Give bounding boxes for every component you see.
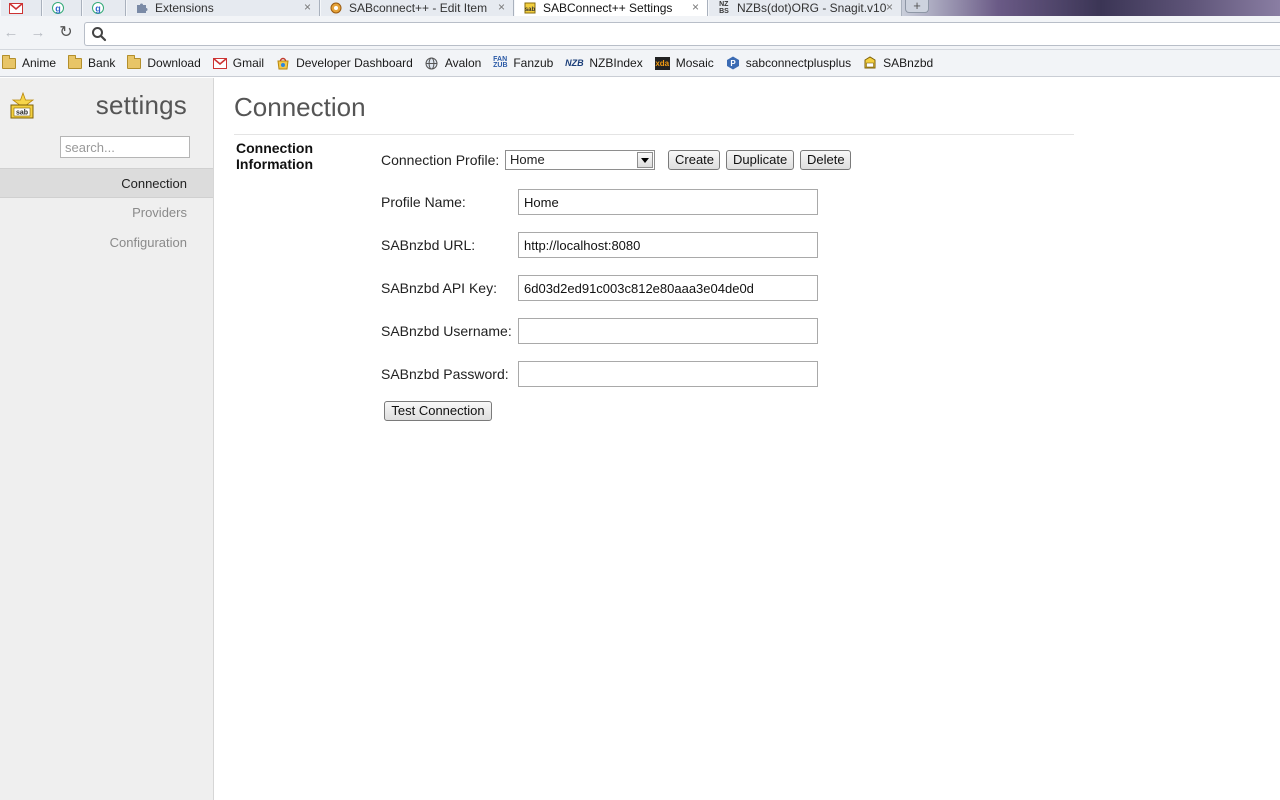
bookmark-label: Fanzub — [513, 56, 554, 70]
bookmark-label: Mosaic — [675, 56, 714, 70]
new-tab-button[interactable]: + — [905, 0, 929, 13]
nav-item-configuration[interactable]: Configuration — [0, 228, 213, 258]
tab-title: Extensions — [155, 1, 214, 15]
folder-icon — [2, 54, 16, 70]
bookmark-fanzub[interactable]: FAN ZUB Fanzub — [493, 56, 553, 70]
bookmark-bank[interactable]: Bank — [68, 54, 116, 70]
bookmark-sabconnectplusplus[interactable]: P sabconnectplusplus — [726, 56, 851, 70]
nzbs-icon: NZ BS — [719, 1, 729, 15]
bookmark-sabnzbd[interactable]: SABnzbd — [863, 56, 933, 70]
sidebar: sab settings Connection Providers Config… — [0, 78, 214, 800]
bookmark-download[interactable]: Download — [127, 54, 201, 70]
folder-icon — [68, 54, 83, 70]
svg-text:g: g — [95, 4, 101, 14]
bookmark-label: NZBIndex — [589, 56, 643, 70]
connection-profile-selected: Home — [510, 152, 545, 167]
tab-google-1[interactable]: g — [42, 0, 82, 16]
page-title: Connection — [234, 92, 366, 122]
xda-icon: xda — [654, 56, 670, 70]
bookmark-label: Anime — [22, 56, 57, 70]
nav-item-connection[interactable]: Connection — [0, 168, 213, 198]
sidebar-title: settings — [95, 90, 187, 120]
search-icon — [91, 26, 107, 42]
sabnzbd-api-key-label: SABnzbd API Key: — [381, 280, 497, 296]
profile-name-field[interactable] — [518, 189, 818, 215]
gmail-icon — [9, 2, 23, 14]
bookmark-developer-dashboard[interactable]: Developer Dashboard — [276, 56, 413, 70]
bookmarks-bar: Anime Bank Download Gmail Developer Dash… — [0, 50, 1280, 77]
fanzub-icon: FAN ZUB — [493, 56, 508, 69]
chevron-down-icon[interactable] — [637, 152, 653, 168]
bookmark-label: Avalon — [444, 56, 482, 70]
svg-text:g: g — [55, 4, 61, 14]
tab-gmail[interactable] — [0, 0, 42, 16]
gmail-icon — [212, 57, 227, 70]
globe-icon — [425, 57, 439, 70]
close-icon[interactable]: × — [886, 0, 893, 14]
reload-icon[interactable]: ↻ — [57, 24, 75, 42]
sabnzbd-url-label: SABnzbd URL: — [381, 237, 476, 253]
folder-icon — [127, 54, 142, 70]
svg-text:sab: sab — [525, 7, 536, 13]
browser-toolbar: ← → ↻ — [0, 16, 1280, 50]
sabnzbd-url-field[interactable] — [518, 232, 818, 258]
close-icon[interactable]: × — [304, 0, 311, 14]
google-icon: g — [91, 2, 105, 14]
tab-extensions[interactable]: Extensions × — [126, 0, 320, 16]
chrome-webstore-icon — [276, 57, 290, 70]
bookmark-mosaic[interactable]: xda Mosaic — [654, 56, 714, 70]
settings-search-input[interactable] — [60, 136, 190, 158]
sabnzbd-icon — [863, 56, 877, 70]
tab-sabconnect-settings[interactable]: sab SABConnect++ Settings × — [514, 0, 708, 16]
tab-edit-item[interactable]: SABconnect++ - Edit Item × — [320, 0, 514, 16]
bookmark-label: Download — [147, 56, 201, 70]
close-icon[interactable]: × — [692, 0, 699, 14]
duplicate-profile-button[interactable]: Duplicate — [726, 150, 794, 170]
sabnzbd-icon: sab — [523, 2, 537, 14]
back-arrow-icon[interactable]: ← — [2, 24, 20, 42]
tab-title: NZBs(dot)ORG - Snagit.v10. — [737, 1, 887, 15]
sabnzbd-api-key-field[interactable] — [518, 275, 818, 301]
sabnzbd-logo-icon: sab — [9, 91, 37, 120]
bookmark-anime[interactable]: Anime — [2, 54, 57, 70]
sabconnect-icon — [329, 2, 343, 14]
bookmark-avalon[interactable]: Avalon — [425, 56, 481, 70]
heading-divider — [234, 134, 1074, 135]
project-icon: P — [726, 56, 740, 70]
bookmark-gmail[interactable]: Gmail — [212, 56, 265, 70]
tab-title: SABConnect++ Settings — [543, 1, 673, 15]
connection-profile-select[interactable]: Home — [505, 150, 655, 170]
section-title: Connection Information — [236, 140, 313, 172]
address-bar[interactable] — [84, 22, 1280, 46]
svg-text:P: P — [730, 59, 736, 68]
delete-profile-button[interactable]: Delete — [800, 150, 851, 170]
sabnzbd-password-field[interactable] — [518, 361, 818, 387]
connection-profile-label: Connection Profile: — [381, 152, 500, 168]
sabnzbd-password-label: SABnzbd Password: — [381, 366, 509, 382]
nzb-icon: NZB — [565, 58, 584, 68]
sabnzbd-username-field[interactable] — [518, 318, 818, 344]
google-icon: g — [51, 2, 65, 14]
bookmark-label: Developer Dashboard — [296, 56, 413, 70]
test-connection-button[interactable]: Test Connection — [384, 401, 492, 421]
tab-title: SABconnect++ - Edit Item — [349, 1, 488, 15]
settings-page: sab settings Connection Providers Config… — [0, 78, 1280, 800]
tab-strip: g g Extensions × SABconnect++ - Edit Ite… — [0, 0, 1280, 16]
bookmark-label: Gmail — [232, 56, 265, 70]
bookmark-nzbindex[interactable]: NZB NZBIndex — [565, 56, 643, 70]
tab-nzbs-org[interactable]: NZ BS NZBs(dot)ORG - Snagit.v10. × — [708, 0, 902, 16]
bookmark-label: sabconnectplusplus — [745, 56, 852, 70]
forward-arrow-icon[interactable]: → — [29, 24, 47, 42]
svg-text:sab: sab — [16, 110, 28, 117]
profile-name-label: Profile Name: — [381, 194, 466, 210]
close-icon[interactable]: × — [498, 0, 505, 14]
settings-nav: Connection Providers Configuration — [0, 168, 213, 258]
tab-google-2[interactable]: g — [82, 0, 126, 16]
puzzle-icon — [135, 2, 149, 14]
bookmark-label: SABnzbd — [883, 56, 934, 70]
create-profile-button[interactable]: Create — [668, 150, 720, 170]
sabnzbd-username-label: SABnzbd Username: — [381, 323, 512, 339]
nav-item-providers[interactable]: Providers — [0, 198, 213, 228]
bookmark-label: Bank — [88, 56, 116, 70]
